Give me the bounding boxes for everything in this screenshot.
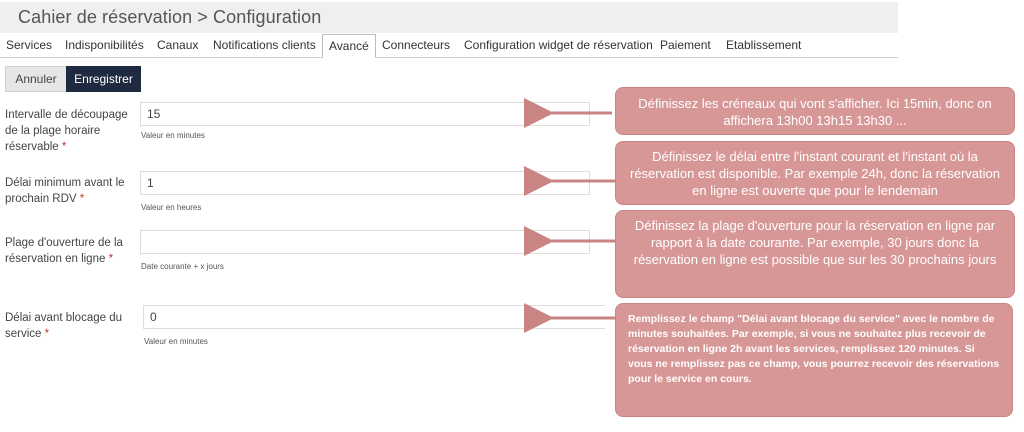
callout-delai-minimum: Définissez le délai entre l'instant cour… (615, 141, 1015, 205)
callout-intervalle: Définissez les créneaux qui vont s'affic… (615, 87, 1015, 135)
callout-delai-blocage: Remplissez le champ "Délai avant blocage… (615, 303, 1013, 417)
callout-plage-ouverture: Définissez la plage d'ouverture pour la … (615, 210, 1015, 298)
